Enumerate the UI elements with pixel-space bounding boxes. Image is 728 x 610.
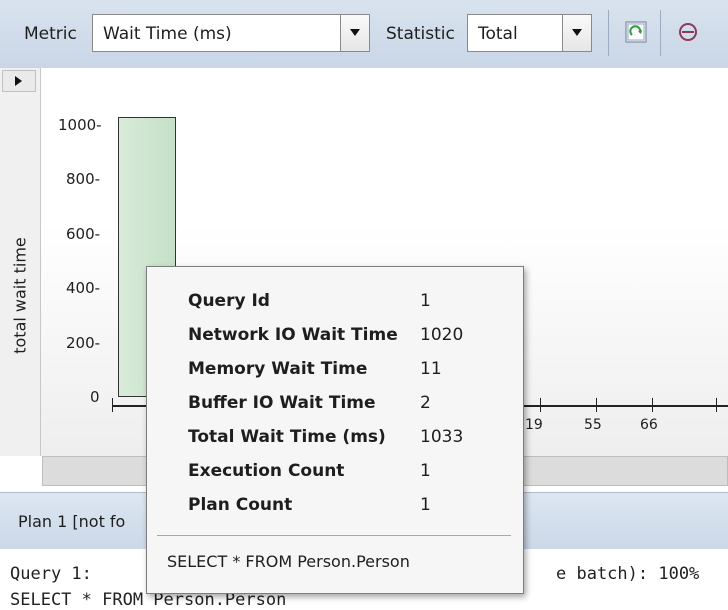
refresh-icon[interactable] <box>624 20 648 44</box>
y-tick-label: 200- <box>66 334 101 352</box>
y-tick-label: 1000- <box>58 116 102 134</box>
tooltip-divider <box>157 535 511 536</box>
query-line-start: Query 1: <box>10 564 92 584</box>
x-tick <box>716 398 717 412</box>
tooltip-value: 1 <box>420 291 431 311</box>
tooltip-value: 11 <box>420 359 442 379</box>
toolbar: Metric Wait Time (ms) Statistic Total <box>0 0 728 69</box>
bar-tooltip: Query Id 1 Network IO Wait Time 1020 Mem… <box>146 266 524 594</box>
chevron-down-icon[interactable] <box>340 15 369 51</box>
tooltip-key: Execution Count <box>188 461 345 481</box>
target-icon[interactable] <box>676 20 700 44</box>
plan-title[interactable]: Plan 1 [not fo <box>18 512 125 531</box>
chevron-down-icon[interactable] <box>562 15 591 51</box>
statistic-dropdown-value: Total <box>478 24 518 44</box>
tooltip-key: Buffer IO Wait Time <box>188 393 376 413</box>
y-tick-label: 800- <box>66 170 101 188</box>
metric-dropdown[interactable]: Wait Time (ms) <box>92 14 370 52</box>
tooltip-value: 2 <box>420 393 431 413</box>
tooltip-key: Query Id <box>188 291 270 311</box>
tooltip-key: Memory Wait Time <box>188 359 368 379</box>
y-axis-label: total wait time <box>10 237 30 354</box>
tooltip-value: 1 <box>420 461 431 481</box>
tooltip-value: 1033 <box>420 427 464 447</box>
y-tick-label: 400- <box>66 279 101 297</box>
x-tick-label: 19 <box>525 417 543 433</box>
x-tick <box>596 398 597 412</box>
x-tick <box>652 398 653 412</box>
x-tick <box>112 398 113 412</box>
tooltip-sql-text: SELECT * FROM Person.Person <box>167 552 410 571</box>
x-tick <box>540 398 541 412</box>
x-tick-label: 55 <box>584 417 602 433</box>
tooltip-key: Network IO Wait Time <box>188 325 398 345</box>
tooltip-value: 1 <box>420 495 431 515</box>
left-panel-strip: total wait time <box>0 68 41 456</box>
query-code-line: Query 1: <box>10 564 92 584</box>
toolbar-separator <box>660 10 661 56</box>
y-tick-label: 600- <box>66 225 101 243</box>
statistic-label: Statistic <box>386 24 455 44</box>
tooltip-value: 1020 <box>420 325 464 345</box>
toolbar-separator <box>608 10 609 56</box>
metric-label: Metric <box>24 24 77 44</box>
x-tick-label: 66 <box>640 417 658 433</box>
expand-arrow-icon[interactable] <box>2 70 36 92</box>
tooltip-key: Total Wait Time (ms) <box>188 427 386 447</box>
statistic-dropdown[interactable]: Total <box>467 14 592 52</box>
query-code-line-end: e batch): 100% <box>556 564 700 584</box>
metric-dropdown-value: Wait Time (ms) <box>103 24 232 44</box>
y-tick-label: 0 <box>90 388 100 406</box>
tooltip-key: Plan Count <box>188 495 293 515</box>
